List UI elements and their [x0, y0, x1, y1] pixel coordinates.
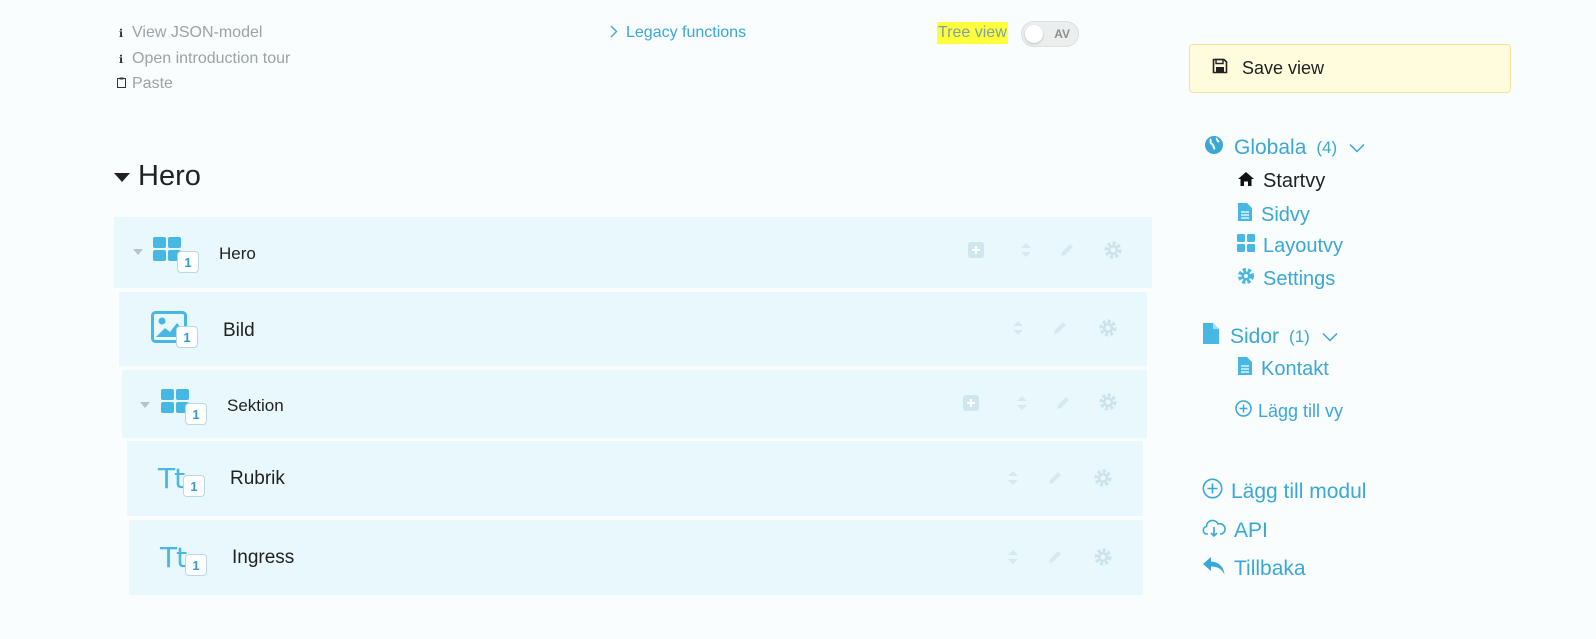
count-badge: 1	[183, 475, 205, 497]
add-child-icon[interactable]	[967, 241, 985, 264]
module-label: Rubrik	[230, 468, 285, 489]
globala-count: (4)	[1316, 138, 1338, 157]
api-link[interactable]: API	[1202, 518, 1268, 544]
module-row-ingress[interactable]: Tt 1 Ingress	[129, 520, 1143, 595]
view-json-label: View JSON-model	[132, 24, 263, 41]
legacy-functions-link[interactable]: Legacy functions	[610, 24, 746, 42]
document-icon	[1237, 202, 1253, 228]
info-icon: ℹ	[118, 53, 124, 66]
nav-group-globala[interactable]: Globala (4)	[1204, 135, 1365, 161]
back-label: Tillbaka	[1234, 557, 1306, 580]
caret-down-icon	[114, 173, 130, 182]
edit-icon[interactable]	[1052, 320, 1068, 341]
tree-view-toggle[interactable]: AV	[1021, 21, 1079, 47]
add-child-icon[interactable]	[962, 394, 980, 417]
globala-label: Globala	[1234, 136, 1307, 159]
module-row-rubrik[interactable]: Tt 1 Rubrik	[127, 441, 1143, 516]
module-row-sektion[interactable]: 1 Sektion	[122, 370, 1147, 438]
nav-item-settings[interactable]: Settings	[1237, 267, 1335, 291]
nav-item-kontakt[interactable]: Kontakt	[1237, 356, 1329, 382]
text-icon: Tt	[158, 462, 185, 495]
collapse-caret-icon[interactable]	[133, 249, 143, 255]
nav-item-startvy[interactable]: Startvy	[1237, 170, 1325, 193]
nav-group-sidor[interactable]: Sidor (1)	[1202, 322, 1338, 351]
move-icon[interactable]	[1016, 396, 1028, 415]
cloud-download-icon	[1202, 518, 1226, 544]
edit-icon[interactable]	[1047, 549, 1063, 570]
section-heading-label: Hero	[138, 160, 201, 192]
edit-icon[interactable]	[1047, 470, 1063, 491]
legacy-functions-label: Legacy functions	[626, 24, 747, 41]
chevron-down-icon	[1322, 329, 1338, 345]
move-icon[interactable]	[1007, 471, 1019, 490]
back-link[interactable]: Tillbaka	[1202, 556, 1306, 582]
reply-arrow-icon	[1202, 556, 1226, 582]
count-badge: 1	[185, 403, 207, 425]
edit-icon[interactable]	[1059, 242, 1075, 263]
gear-icon[interactable]	[1093, 468, 1113, 493]
move-icon[interactable]	[1020, 243, 1032, 262]
nav-item-label: Kontakt	[1261, 357, 1329, 380]
nav-item-layoutvy[interactable]: Layoutvy	[1237, 234, 1343, 258]
gear-icon[interactable]	[1098, 392, 1118, 417]
add-view-link[interactable]: Lägg till vy	[1235, 400, 1343, 422]
add-module-label: Lägg till modul	[1231, 479, 1367, 503]
paste-link[interactable]: Paste	[116, 75, 173, 93]
section-heading[interactable]: Hero	[114, 160, 201, 193]
edit-icon[interactable]	[1055, 395, 1071, 416]
move-icon[interactable]	[1007, 550, 1019, 569]
count-badge: 1	[185, 554, 207, 576]
layout-grid-icon	[1237, 234, 1255, 258]
gear-icon[interactable]	[1103, 240, 1123, 265]
add-view-label: Lägg till vy	[1258, 400, 1344, 421]
plus-circle-icon	[1202, 478, 1223, 505]
nav-item-label: Startvy	[1263, 170, 1326, 192]
nav-item-label: Layoutvy	[1263, 234, 1344, 257]
toggle-state-text: AV	[1054, 27, 1070, 41]
home-icon	[1237, 170, 1255, 193]
api-label: API	[1234, 519, 1268, 542]
gear-icon	[1237, 267, 1255, 291]
clipboard-icon	[116, 77, 126, 91]
collapse-caret-icon[interactable]	[140, 402, 150, 408]
nav-item-label: Sidvy	[1261, 203, 1310, 226]
module-row-hero[interactable]: 1 Hero	[114, 217, 1152, 288]
gear-icon[interactable]	[1093, 547, 1113, 572]
tree-view-label: Tree view	[937, 22, 1008, 44]
count-badge: 1	[176, 326, 198, 348]
sidor-count: (1)	[1289, 326, 1310, 346]
paste-label: Paste	[132, 75, 173, 92]
module-label: Hero	[219, 244, 256, 263]
save-view-button[interactable]: Save view	[1189, 44, 1511, 93]
text-icon: Tt	[160, 541, 187, 574]
module-label: Ingress	[232, 547, 295, 568]
info-icon: ℹ	[118, 27, 124, 40]
nav-item-label: Settings	[1263, 267, 1336, 290]
intro-tour-link[interactable]: ℹ Open introduction tour	[116, 50, 290, 68]
plus-circle-icon	[1235, 400, 1252, 422]
toggle-knob	[1025, 25, 1043, 43]
globe-icon	[1204, 135, 1224, 161]
module-label: Bild	[223, 320, 255, 341]
add-module-link[interactable]: Lägg till modul	[1202, 478, 1366, 505]
chevron-down-icon	[1349, 140, 1365, 156]
module-row-bild[interactable]: 1 Bild	[119, 292, 1147, 366]
chevron-right-icon	[610, 25, 618, 42]
module-label: Sektion	[227, 396, 284, 415]
document-icon	[1237, 356, 1253, 382]
save-icon	[1212, 58, 1228, 79]
file-icon	[1202, 322, 1220, 351]
sidor-label: Sidor	[1230, 324, 1280, 348]
gear-icon[interactable]	[1098, 318, 1118, 343]
move-icon[interactable]	[1012, 321, 1024, 340]
view-json-link[interactable]: ℹ View JSON-model	[116, 24, 263, 42]
save-view-label: Save view	[1242, 58, 1325, 78]
nav-item-sidvy[interactable]: Sidvy	[1237, 202, 1310, 228]
intro-tour-label: Open introduction tour	[132, 50, 291, 67]
count-badge: 1	[177, 251, 199, 273]
